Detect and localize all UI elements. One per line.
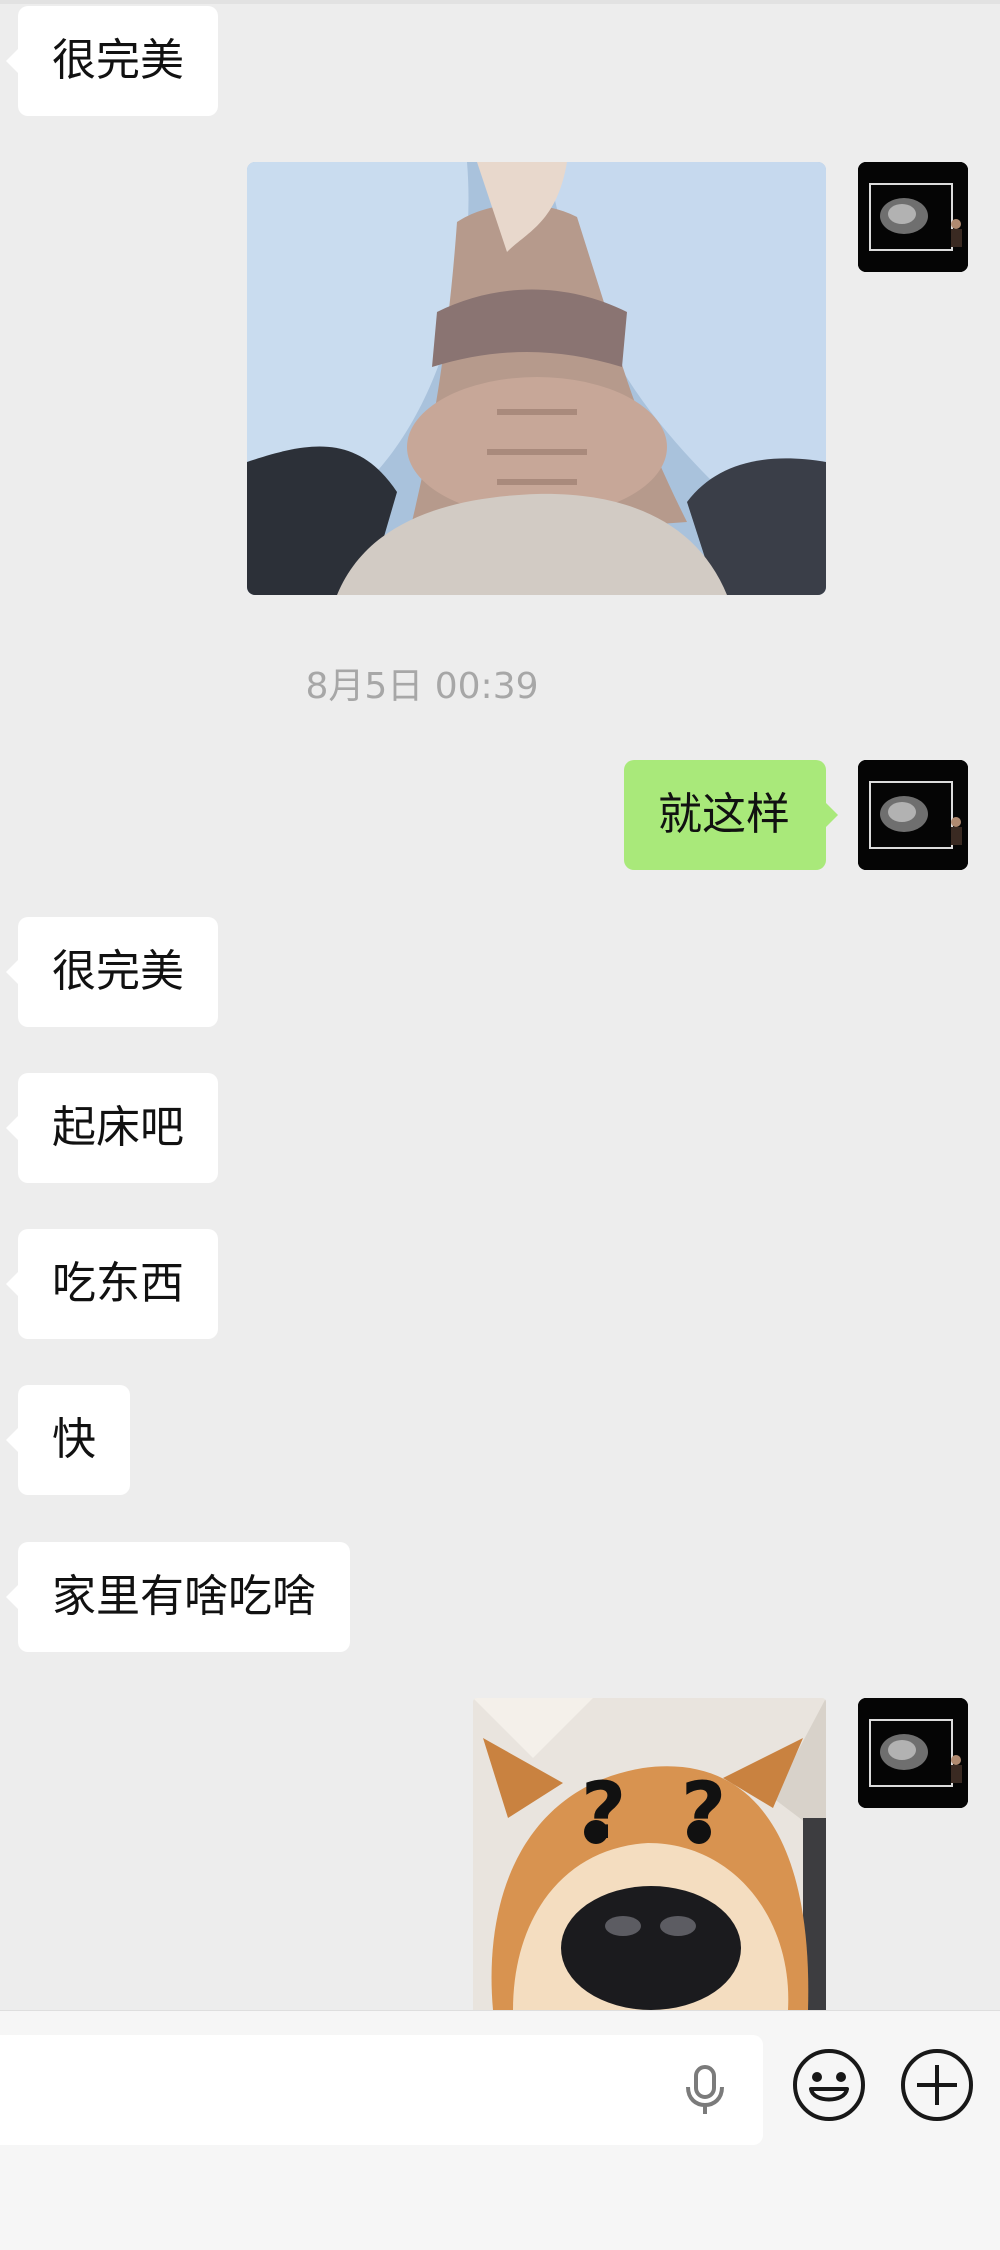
- my-avatar[interactable]: [858, 1698, 968, 1808]
- message-text: 就这样: [658, 789, 790, 840]
- photo-under-blanket-image: [247, 162, 826, 595]
- plus-icon[interactable]: [899, 2047, 975, 2123]
- message-text: 家里有啥吃啥: [52, 1571, 316, 1622]
- svg-text:?: ?: [581, 1767, 626, 1857]
- shiba-dog-question-sticker-image: ? ?: [473, 1698, 826, 2010]
- message-bubble-received[interactable]: 很完美: [6, 6, 218, 116]
- sent-image-photo[interactable]: [247, 162, 826, 595]
- microphone-icon[interactable]: [682, 2065, 728, 2115]
- message-text: 很完美: [52, 946, 184, 997]
- message-text: 快: [52, 1414, 96, 1465]
- message-timestamp: 8月5日 00:39: [305, 666, 539, 707]
- sent-sticker[interactable]: ? ?: [473, 1698, 826, 2010]
- message-bubble-received[interactable]: 家里有啥吃啥: [6, 1542, 350, 1652]
- message-text: 起床吧: [52, 1102, 184, 1153]
- avatar-image: [858, 162, 968, 272]
- svg-text:?: ?: [681, 1767, 726, 1857]
- top-divider: [0, 0, 1000, 4]
- message-bubble-received[interactable]: 快: [6, 1385, 130, 1495]
- message-text: 吃东西: [52, 1258, 184, 1309]
- my-avatar[interactable]: [858, 760, 968, 870]
- chat-input-bar: [0, 2010, 1000, 2250]
- message-text: 很完美: [52, 35, 184, 86]
- my-avatar[interactable]: [858, 162, 968, 272]
- message-bubble-received[interactable]: 很完美: [6, 917, 218, 1027]
- message-bubble-sent[interactable]: 就这样: [624, 760, 838, 870]
- message-input[interactable]: [0, 2035, 763, 2145]
- message-bubble-received[interactable]: 起床吧: [6, 1073, 218, 1183]
- avatar-image: [858, 760, 968, 870]
- message-bubble-received[interactable]: 吃东西: [6, 1229, 218, 1339]
- emoji-icon[interactable]: [791, 2047, 867, 2123]
- avatar-image: [858, 1698, 968, 1808]
